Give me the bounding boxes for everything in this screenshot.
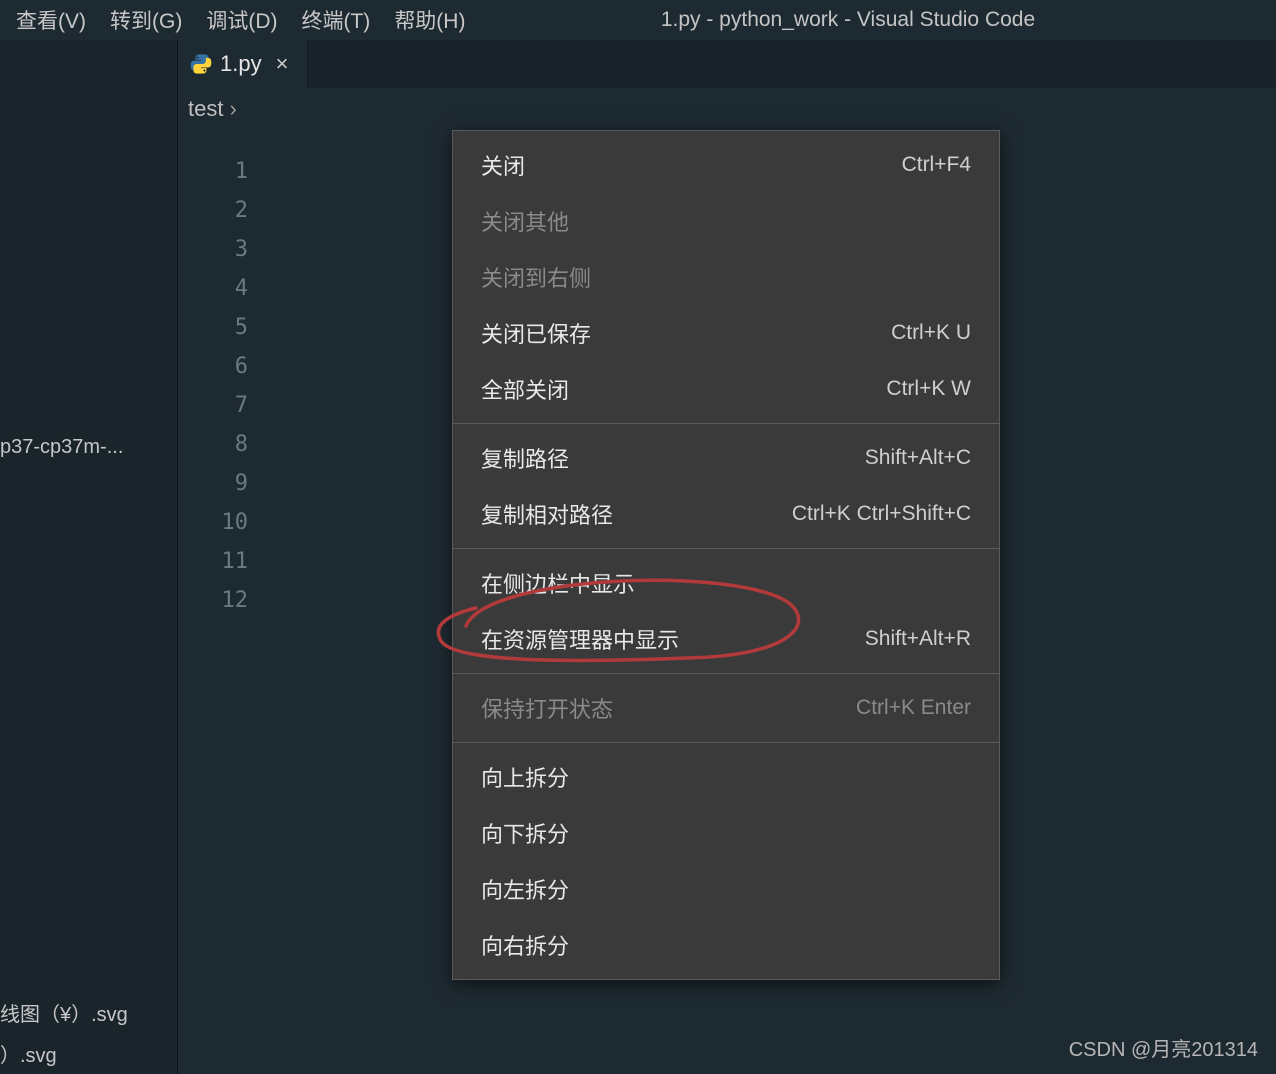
- menu-item-label: 全部关闭: [481, 373, 569, 405]
- menu-reveal-explorer[interactable]: 在资源管理器中显示 Shift+Alt+R: [453, 611, 999, 667]
- sidebar-item[interactable]: 线图（¥）.svg: [0, 992, 177, 1033]
- menu-separator: [453, 423, 999, 424]
- menubar: 1.py - python_work - Visual Studio Code …: [0, 0, 1276, 40]
- line-number: 5: [208, 308, 248, 347]
- menu-item-label: 向左拆分: [481, 873, 569, 905]
- close-icon[interactable]: ×: [276, 51, 289, 77]
- line-number: 4: [208, 269, 248, 308]
- tab-label: 1.py: [220, 51, 262, 77]
- menu-close-others: 关闭其他: [453, 193, 999, 249]
- menu-keep-open: 保持打开状态 Ctrl+K Enter: [453, 680, 999, 736]
- menu-copy-path[interactable]: 复制路径 Shift+Alt+C: [453, 430, 999, 486]
- menu-item-label: 关闭已保存: [481, 317, 591, 349]
- watermark: CSDN @月亮201314: [1069, 1033, 1258, 1062]
- main-area: p37-cp37m-... 线图（¥）.svg）.svg 1.py × test…: [0, 40, 1276, 1074]
- menu-item-label: 在资源管理器中显示: [481, 623, 679, 655]
- line-number: 8: [208, 425, 248, 464]
- menu-item-shortcut: Shift+Alt+C: [865, 446, 971, 470]
- menu-item-label: 保持打开状态: [481, 692, 613, 724]
- menubar-item[interactable]: 转到(G): [98, 1, 194, 39]
- menubar-item[interactable]: 终端(T): [289, 1, 382, 39]
- menu-item-shortcut: Ctrl+K Ctrl+Shift+C: [792, 502, 971, 526]
- menu-split-right[interactable]: 向右拆分: [453, 917, 999, 973]
- breadcrumb[interactable]: test ›: [178, 88, 1276, 130]
- menu-close-right: 关闭到右侧: [453, 249, 999, 305]
- menu-separator: [453, 548, 999, 549]
- menubar-item[interactable]: 查看(V): [4, 1, 98, 39]
- tab-context-menu: 关闭 Ctrl+F4 关闭其他关闭到右侧关闭已保存 Ctrl+K U 全部关闭 Ctrl+…: [452, 130, 1000, 980]
- chevron-right-icon: ›: [229, 96, 236, 122]
- menu-copy-relative-path[interactable]: 复制相对路径 Ctrl+K Ctrl+Shift+C: [453, 486, 999, 542]
- menu-close[interactable]: 关闭 Ctrl+F4: [453, 137, 999, 193]
- line-number: 9: [208, 464, 248, 503]
- sidebar-item[interactable]: ）.svg: [0, 1033, 177, 1074]
- editor-area: 1.py × test › 123456789101112 关闭Ctrl+F4关…: [178, 40, 1276, 1074]
- menu-item-shortcut: Ctrl+F4: [902, 153, 971, 177]
- menu-split-down[interactable]: 向下拆分: [453, 805, 999, 861]
- breadcrumb-segment: test: [188, 96, 223, 122]
- menu-item-label: 关闭其他: [481, 205, 569, 237]
- menu-item-label: 复制路径: [481, 442, 569, 474]
- menu-item-shortcut: Ctrl+K U: [891, 321, 971, 345]
- python-icon: [190, 53, 212, 75]
- menu-close-saved[interactable]: 关闭已保存 Ctrl+K U: [453, 305, 999, 361]
- menu-item-label: 向下拆分: [481, 817, 569, 849]
- menu-item-label: 关闭到右侧: [481, 261, 591, 293]
- tab-file[interactable]: 1.py ×: [178, 40, 308, 88]
- menu-item-shortcut: Shift+Alt+R: [865, 627, 971, 651]
- sidebar-item[interactable]: p37-cp37m-...: [0, 430, 177, 465]
- line-number: 10: [208, 503, 248, 542]
- menu-split-up[interactable]: 向上拆分: [453, 749, 999, 805]
- line-number-gutter: 123456789101112: [208, 152, 248, 620]
- menubar-item[interactable]: 帮助(H): [382, 1, 477, 39]
- menubar-item[interactable]: 调试(D): [194, 1, 289, 39]
- menu-item-label: 复制相对路径: [481, 498, 613, 530]
- menu-item-label: 向右拆分: [481, 929, 569, 961]
- menu-split-left[interactable]: 向左拆分: [453, 861, 999, 917]
- menu-separator: [453, 673, 999, 674]
- menu-close-all[interactable]: 全部关闭 Ctrl+K W: [453, 361, 999, 417]
- line-number: 1: [208, 152, 248, 191]
- line-number: 2: [208, 191, 248, 230]
- line-number: 3: [208, 230, 248, 269]
- menu-separator: [453, 742, 999, 743]
- line-number: 11: [208, 542, 248, 581]
- menu-reveal-sidebar[interactable]: 在侧边栏中显示: [453, 555, 999, 611]
- line-number: 7: [208, 386, 248, 425]
- menu-item-label: 在侧边栏中显示: [481, 567, 635, 599]
- menu-item-label: 关闭: [481, 149, 525, 181]
- menu-item-shortcut: Ctrl+K W: [886, 377, 971, 401]
- menu-item-shortcut: Ctrl+K Enter: [856, 696, 971, 720]
- menu-item-label: 向上拆分: [481, 761, 569, 793]
- line-number: 6: [208, 347, 248, 386]
- explorer-sidebar: p37-cp37m-... 线图（¥）.svg）.svg: [0, 40, 178, 1074]
- tabs-row: 1.py ×: [178, 40, 1276, 88]
- line-number: 12: [208, 581, 248, 620]
